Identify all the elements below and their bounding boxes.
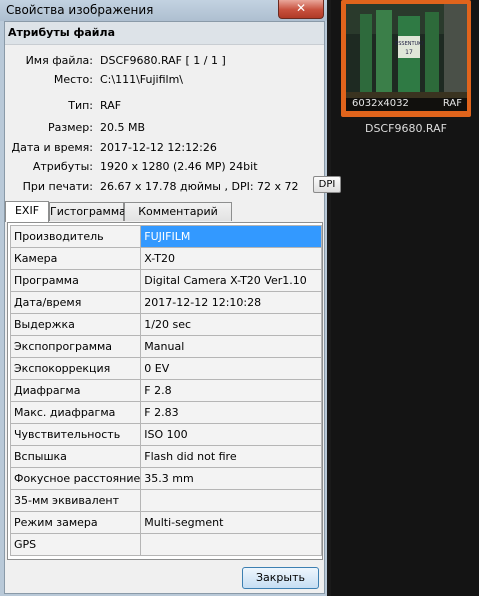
close-dialog-button[interactable]: Закрыть xyxy=(242,567,319,589)
exif-value: 2017-12-12 12:10:28 xyxy=(140,291,322,314)
exif-value: Manual xyxy=(140,335,322,358)
exif-value xyxy=(140,489,322,512)
title-bar[interactable]: Свойства изображения ✕ xyxy=(0,0,327,21)
exif-key: Выдержка xyxy=(9,313,142,336)
exif-value: 0 EV xyxy=(140,357,322,380)
attr-location-label: Место: xyxy=(53,73,93,86)
exif-key: Вспышка xyxy=(9,445,142,468)
exif-key: Режим замера xyxy=(9,511,142,534)
attr-type-value: RAF xyxy=(100,99,122,112)
close-icon: ✕ xyxy=(295,1,307,15)
attr-size-value: 20.5 MB xyxy=(100,121,146,134)
exif-value: X-T20 xyxy=(140,247,322,270)
exif-value: ISO 100 xyxy=(140,423,322,446)
thumbnail-info-bar: 6032x4032 RAF xyxy=(346,98,467,111)
exif-table: Производитель FUJIFILM Камера X-T20 Програ… xyxy=(9,225,322,556)
attr-size-label: Размер: xyxy=(48,121,93,134)
bottle-label-text: ESSENTUKI xyxy=(395,41,423,47)
table-row[interactable]: Производитель FUJIFILM xyxy=(9,225,322,248)
table-row[interactable]: Программа Digital Camera X-T20 Ver1.10 xyxy=(9,269,322,292)
exif-key: Дата/время xyxy=(9,291,142,314)
exif-key: Экспопрограмма xyxy=(9,335,142,358)
file-attributes-heading: Атрибуты файла xyxy=(5,22,324,45)
attr-print-label: При печати: xyxy=(22,180,93,193)
close-button[interactable]: ✕ xyxy=(278,0,324,19)
exif-key: Чувствительность xyxy=(9,423,142,446)
table-row[interactable]: Режим замера Multi-segment xyxy=(9,511,322,534)
table-row[interactable]: Экспокоррекция 0 EV xyxy=(9,357,322,380)
dpi-button[interactable]: DPI xyxy=(313,176,341,193)
attr-print-value: 26.67 x 17.78 дюймы , DPI: 72 x 72 xyxy=(100,180,299,193)
table-row[interactable]: 35-мм эквивалент xyxy=(9,489,322,512)
attr-location-value: C:\111\Fujifilm\ xyxy=(100,73,184,86)
exif-value: 1/20 sec xyxy=(140,313,322,336)
attr-attributes-label: Атрибуты: xyxy=(32,160,93,173)
image-properties-dialog: Свойства изображения ✕ Атрибуты файла Им… xyxy=(0,0,341,596)
thumbnail-image[interactable]: ESSENTUKI 17 xyxy=(346,4,467,111)
exif-value: 35.3 mm xyxy=(140,467,322,490)
exif-key: 35-мм эквивалент xyxy=(9,489,142,512)
exif-value: Multi-segment xyxy=(140,511,322,534)
thumbnail-filename[interactable]: DSCF9680.RAF xyxy=(341,122,471,135)
attr-type-label: Тип: xyxy=(68,99,93,112)
thumbnail-dimensions: 6032x4032 xyxy=(352,98,409,109)
attr-datetime-label: Дата и время: xyxy=(11,141,93,154)
table-row[interactable]: Макс. диафрагма F 2.83 xyxy=(9,401,322,424)
tab-jpeg-comment[interactable]: Комментарий JPEG xyxy=(124,202,232,235)
exif-value: Digital Camera X-T20 Ver1.10 xyxy=(140,269,322,292)
exif-key: Фокусное расстояние xyxy=(9,467,142,490)
table-row[interactable]: Чувствительность ISO 100 xyxy=(9,423,322,446)
exif-value: Flash did not fire xyxy=(140,445,322,468)
attr-filename-value: DSCF9680.RAF [ 1 / 1 ] xyxy=(100,54,226,67)
bottle-number-text: 17 xyxy=(405,49,413,56)
exif-key: Экспокоррекция xyxy=(9,357,142,380)
exif-key: GPS xyxy=(9,533,142,556)
exif-table-container[interactable]: Производитель FUJIFILM Камера X-T20 Програ… xyxy=(7,222,323,560)
exif-value: F 2.83 xyxy=(140,401,322,424)
exif-value: FUJIFILM xyxy=(140,225,322,248)
tab-histogram[interactable]: Гистограмма xyxy=(49,202,126,221)
exif-value xyxy=(140,533,322,556)
table-row[interactable]: Фокусное расстояние 35.3 mm xyxy=(9,467,322,490)
exif-key: Макс. диафрагма xyxy=(9,401,142,424)
table-row[interactable]: Выдержка 1/20 sec xyxy=(9,313,322,336)
table-row[interactable]: Вспышка Flash did not fire xyxy=(9,445,322,468)
attr-datetime-value: 2017-12-12 12:12:26 xyxy=(100,141,217,154)
exif-key: Камера xyxy=(9,247,142,270)
attr-filename-label: Имя файла: xyxy=(25,54,93,67)
table-row[interactable]: Камера X-T20 xyxy=(9,247,322,270)
table-row[interactable]: Экспопрограмма Manual xyxy=(9,335,322,358)
exif-key: Производитель xyxy=(9,225,142,248)
exif-value: F 2.8 xyxy=(140,379,322,402)
tab-exif[interactable]: EXIF xyxy=(5,201,49,222)
table-row[interactable]: GPS xyxy=(9,533,322,556)
table-row[interactable]: Дата/время 2017-12-12 12:10:28 xyxy=(9,291,322,314)
exif-key: Диафрагма xyxy=(9,379,142,402)
table-row[interactable]: Диафрагма F 2.8 xyxy=(9,379,322,402)
attr-attributes-value: 1920 x 1280 (2.46 MP) 24bit xyxy=(100,160,258,173)
exif-key: Программа xyxy=(9,269,142,292)
window-title: Свойства изображения xyxy=(6,3,154,17)
thumbnail-format: RAF xyxy=(442,98,462,109)
